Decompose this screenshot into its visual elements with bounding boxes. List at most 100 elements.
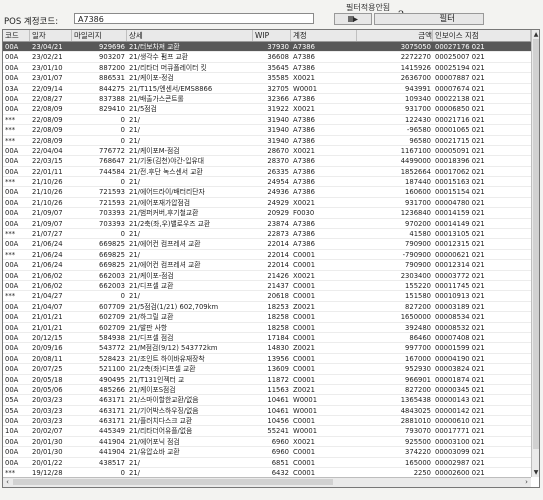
scroll-right-icon[interactable]: › xyxy=(522,478,531,487)
invoice-cell: 00008534 021 xyxy=(435,313,485,322)
invoice-cell: 00014149 021 xyxy=(435,219,485,228)
table-row[interactable]: *** 21/04/27 0 21/20618 C0001 151580 00010913 … xyxy=(3,291,531,302)
col-header-amount[interactable]: 금액 xyxy=(357,30,433,41)
table-row[interactable]: 00A 21/01/21 602709 21/발판 사항 18258 C0001 39248… xyxy=(3,323,531,333)
table-row[interactable]: 00A 20/05/06 485266 21/케이포S점검 11563 Z0021 8272… xyxy=(3,385,531,396)
mileage-cell: 0 xyxy=(120,469,125,478)
scroll-left-icon[interactable]: ‹ xyxy=(3,478,12,487)
history-table: 코드 일자 마일리지 상세 WIP 계정 금액 인보이스 지점 00A 23/04… xyxy=(2,29,540,488)
table-row[interactable]: 00A 21/10/26 721593 21/에어드라이/배터리단자 24936 A738… xyxy=(3,187,531,198)
table-row[interactable]: *** 22/08/09 0 21/31940 A7386 122430 00021716 … xyxy=(3,115,531,126)
mileage-cell: 744584 xyxy=(99,167,125,176)
table-row[interactable]: 00A 20/03/23 463171 21/플러치다스크 교환 10456 C0001 2… xyxy=(3,416,531,427)
wip-cell: 32366 xyxy=(267,94,289,103)
table-row[interactable]: 00A 20/01/30 441904 21/에어포닉 점검 6960 X0021 9255… xyxy=(3,437,531,448)
detail-cell: 21/하그릴 교환 xyxy=(129,313,174,322)
account-cell: C0001 xyxy=(293,448,316,457)
wip-cell: 18253 xyxy=(267,302,289,311)
col-header-invoice[interactable]: 인보이스 지점 xyxy=(433,30,531,41)
account-cell: C0001 xyxy=(293,313,316,322)
table-row[interactable]: 05A 20/03/23 463171 21/기어박스하우징/없음 10461 W0001… xyxy=(3,406,531,417)
table-row[interactable]: 03A 22/09/14 844275 21/T115/엔센서/EMS8866 3270… xyxy=(3,84,531,94)
table-row[interactable]: 00A 20/12/15 584938 21/디프셀 점검 17184 C0001 8646… xyxy=(3,333,531,344)
horizontal-scroll-thumb[interactable] xyxy=(13,479,333,485)
table-row[interactable]: *** 22/08/09 0 21/31940 A7386 -96580 00001065 … xyxy=(3,125,531,136)
table-row[interactable]: 00A 22/04/04 776772 21/케이포M-점검 28670 X0021 116… xyxy=(3,146,531,157)
table-row[interactable]: 00A 22/01/11 744584 21/전.후단 녹스센서 교환 26335 A73… xyxy=(3,167,531,178)
mileage-cell: 463171 xyxy=(99,396,125,405)
table-row[interactable]: 00A 23/02/21 903207 21/생각수 펌프 교환 36608 A7386 2… xyxy=(3,52,531,63)
vertical-scroll-thumb[interactable] xyxy=(533,39,539,449)
table-row[interactable]: 00A 21/10/26 721593 21/에어포재가압점검 24929 X0021 93… xyxy=(3,198,531,209)
table-row[interactable]: *** 21/06/24 669825 21/22014 C0001 -790900 000… xyxy=(3,250,531,261)
mileage-cell: 669825 xyxy=(99,250,125,259)
table-row[interactable]: 00A 22/08/27 837388 21/배출가스콘트롤 32366 A7386 109… xyxy=(3,94,531,105)
date-cell: 21/10/26 xyxy=(32,198,63,207)
col-header-mileage[interactable]: 마일리지 xyxy=(72,30,127,41)
date-cell: 19/12/28 xyxy=(32,469,63,478)
account-cell: A7386 xyxy=(293,63,315,72)
scroll-down-icon[interactable]: ▼ xyxy=(532,468,539,477)
wip-cell: 35585 xyxy=(267,74,289,83)
invoice-cell: 00012315 021 xyxy=(435,240,485,249)
table-row[interactable]: 00A 21/04/07 607709 21/5점검(1/21) 602,709km 1… xyxy=(3,302,531,313)
wip-cell: 21437 xyxy=(267,281,289,290)
col-header-date[interactable]: 일자 xyxy=(30,30,72,41)
table-row[interactable]: 00A 20/01/22 438517 21/6851 C0001 165000 00002… xyxy=(3,458,531,469)
table-row[interactable]: 00A 21/09/07 703393 21/범퍼커버,후기철교환 20929 F0030… xyxy=(3,208,531,219)
table-row[interactable]: 00A 23/01/07 886531 21/케이포-정검 35585 X0021 2636… xyxy=(3,73,531,84)
account-cell: A7386 xyxy=(293,240,315,249)
table-row[interactable]: 00A 21/06/02 662003 21/디프셀 교환 21437 C0001 1552… xyxy=(3,281,531,292)
code-cell: 00A xyxy=(5,417,19,426)
col-header-detail[interactable]: 상세 xyxy=(127,30,253,41)
pos-account-input[interactable]: A7386 xyxy=(74,13,314,24)
table-row[interactable]: *** 21/07/27 0 21/22873 A7386 41580 00013105 0… xyxy=(3,229,531,240)
table-row[interactable]: 00A 23/01/10 887200 21/리타더 머큐폴레이터 킷 35645 A73… xyxy=(3,63,531,74)
table-row[interactable]: 00A 20/05/18 490495 21/T131인젝터 교 11872 C0001 9… xyxy=(3,375,531,385)
table-row[interactable]: 00A 21/06/02 662003 21/케이포-점검 21426 X0021 2303… xyxy=(3,271,531,281)
code-cell: 00A xyxy=(5,302,19,311)
account-cell: X0021 xyxy=(293,271,315,280)
table-row[interactable]: 00A 20/01/30 441904 21/유압쇼바 교환 6960 C0001 3742… xyxy=(3,447,531,458)
date-cell: 21/01/21 xyxy=(32,313,63,322)
table-row[interactable]: 00A 23/04/21 929696 21/터보차져 교환 37930 A7386 307… xyxy=(3,42,531,53)
filter-icon-button[interactable] xyxy=(334,13,372,25)
table-row[interactable]: 00A 21/09/07 703393 21/2축(좌,우)밸로우즈 교환 23874 A… xyxy=(3,219,531,230)
date-cell: 20/05/06 xyxy=(32,385,63,394)
wip-cell: 17184 xyxy=(267,333,289,342)
invoice-cell: 00003100 021 xyxy=(435,437,485,446)
date-cell: 20/12/15 xyxy=(32,333,63,342)
invoice-cell: 00027176 021 xyxy=(435,43,485,51)
col-header-code[interactable]: 코드 xyxy=(3,30,30,41)
wip-cell: 20929 xyxy=(267,209,289,218)
table-row[interactable]: *** 21/10/26 0 21/24954 A7386 187440 00015163 … xyxy=(3,177,531,188)
mileage-cell: 0 xyxy=(120,292,125,301)
code-cell: *** xyxy=(5,126,16,135)
horizontal-scrollbar[interactable]: ‹ › xyxy=(3,477,531,487)
col-header-account[interactable]: 계정 xyxy=(291,30,357,41)
wip-cell: 31940 xyxy=(267,136,289,145)
table-row[interactable]: 00A 22/03/15 768647 21/기동(김천)야간-입유대 28370 A73… xyxy=(3,156,531,167)
vertical-scrollbar[interactable]: ▲ ▼ xyxy=(531,30,539,477)
table-row[interactable]: 10A 20/02/07 445349 21/리타더어유플/없음 55241 W0001 7… xyxy=(3,426,531,437)
code-cell: 00A xyxy=(5,261,19,270)
table-row[interactable]: 00A 21/01/21 602709 21/하그릴 교환 18258 C0001 1650… xyxy=(3,312,531,323)
detail-cell: 21/기어박스하우징/없음 xyxy=(129,406,199,415)
table-row[interactable]: *** 22/08/09 0 21/31940 A7386 96580 00021715 0… xyxy=(3,136,531,146)
table-row[interactable]: 00A 20/08/11 528423 21/조인트 하이바유재장착 13956 C000… xyxy=(3,354,531,365)
table-row[interactable]: 05A 20/03/23 463171 21/스마이할한교환/없음 10461 W0001… xyxy=(3,395,531,406)
table-row[interactable]: 00A 22/08/09 829410 21/5점검 31922 X0021 931700 0… xyxy=(3,104,531,115)
account-cell: A7386 xyxy=(293,167,315,176)
col-header-wip[interactable]: WIP xyxy=(253,30,291,41)
filter-button[interactable]: 필터 xyxy=(374,13,484,25)
scroll-up-icon[interactable]: ▲ xyxy=(532,30,539,39)
invoice-cell: 00004190 021 xyxy=(435,354,485,363)
table-row[interactable]: 00A 21/06/24 669825 21/에어컨 컴프레셔 교환 22014 A738… xyxy=(3,239,531,250)
account-cell: W0001 xyxy=(293,406,318,415)
table-row[interactable]: 00A 20/07/25 521100 21/2축(좌)디프셀 교환 13609 C000… xyxy=(3,364,531,375)
table-row[interactable]: 00A 21/06/24 669825 21/에어컨 컴프레셔 교환 22014 C000… xyxy=(3,260,531,271)
account-cell: X0021 xyxy=(293,437,315,446)
table-row[interactable]: 00A 20/09/16 543772 21/M점검(9/12) 543772km 14… xyxy=(3,343,531,354)
detail-cell: 21/ xyxy=(129,458,140,467)
wip-cell: 21426 xyxy=(267,271,289,280)
